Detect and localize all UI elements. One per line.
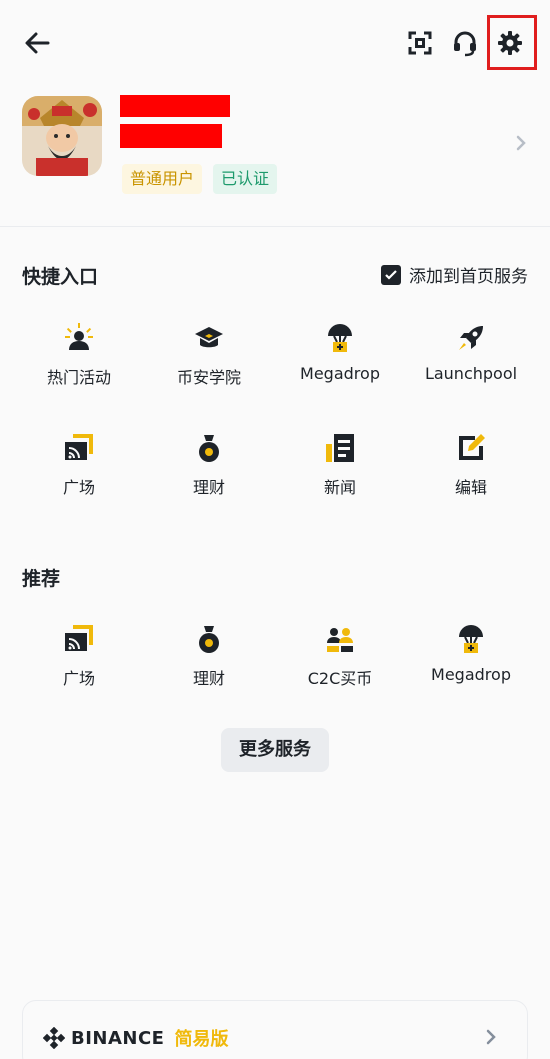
profile-section[interactable]: 普通用户 已认证 [0, 86, 550, 226]
recommend-item-megadrop[interactable]: Megadrop [406, 623, 536, 693]
recommend-title: 推荐 [22, 568, 61, 590]
scan-icon[interactable] [405, 28, 435, 58]
gear-icon[interactable] [495, 28, 525, 58]
c2c-icon [324, 623, 356, 655]
binance-lite-card[interactable]: BINANCE 简易版 [22, 1000, 528, 1059]
binance-logo: BINANCE 简易版 [43, 1025, 228, 1051]
earn-icon [193, 432, 225, 464]
quick-item-academy[interactable]: 币安学院 [144, 322, 274, 392]
quick-item-label: Megadrop [300, 364, 380, 383]
back-arrow-icon[interactable] [22, 28, 52, 58]
binance-diamond-icon [43, 1027, 65, 1049]
quick-item-label: Launchpool [424, 364, 518, 383]
redacted-name [120, 95, 230, 117]
quick-entry-title: 快捷入口 [22, 266, 99, 288]
megadrop-icon [455, 623, 487, 655]
section-divider [0, 226, 550, 227]
quick-item-news[interactable]: 新闻 [275, 432, 405, 502]
edit-icon [455, 432, 487, 464]
recommend-item-label: Megadrop [431, 665, 511, 684]
megadrop-icon [324, 322, 356, 354]
add-to-home-toggle[interactable]: 添加到首页服务 [381, 262, 528, 287]
top-bar [0, 0, 550, 86]
square-icon [63, 623, 95, 655]
square-icon [63, 432, 95, 464]
quick-item-label: 币安学院 [176, 368, 241, 387]
quick-item-label: 新闻 [323, 478, 356, 497]
hot-activity-icon [63, 322, 95, 354]
quick-item-label: 理财 [192, 478, 225, 497]
headset-icon[interactable] [450, 28, 480, 58]
recommend-item-square[interactable]: 广场 [14, 623, 144, 693]
recommend-item-label: C2C买币 [307, 669, 373, 688]
quick-item-megadrop[interactable]: Megadrop [275, 322, 405, 392]
quick-item-earn[interactable]: 理财 [144, 432, 274, 502]
recommend-item-c2c[interactable]: C2C买币 [275, 623, 405, 693]
redacted-id [120, 124, 222, 148]
verified-badge: 已认证 [213, 164, 278, 194]
news-icon [324, 432, 356, 464]
recommend-item-earn[interactable]: 理财 [144, 623, 274, 693]
checkbox-checked-icon[interactable] [381, 264, 401, 285]
quick-item-square[interactable]: 广场 [14, 432, 144, 502]
binance-brand-text: BINANCE [71, 1027, 165, 1049]
quick-item-label: 热门活动 [46, 368, 111, 387]
academy-icon [193, 322, 225, 354]
rocket-icon [455, 322, 487, 354]
recommend-item-label: 广场 [62, 669, 95, 688]
avatar[interactable] [22, 96, 102, 176]
quick-item-label: 广场 [62, 478, 95, 497]
regular-user-badge: 普通用户 [122, 164, 203, 194]
recommend-item-label: 理财 [192, 669, 225, 688]
quick-item-label: 编辑 [454, 478, 487, 497]
quick-item-edit[interactable]: 编辑 [406, 432, 536, 502]
earn-icon [193, 623, 225, 655]
quick-item-hot-activity[interactable]: 热门活动 [14, 322, 144, 392]
add-to-home-label: 添加到首页服务 [409, 267, 528, 287]
chevron-right-icon [514, 134, 528, 152]
more-services-button[interactable]: 更多服务 [221, 728, 329, 772]
lite-label: 简易版 [174, 1029, 229, 1050]
chevron-right-icon [485, 1029, 497, 1045]
quick-item-launchpool[interactable]: Launchpool [406, 322, 536, 392]
